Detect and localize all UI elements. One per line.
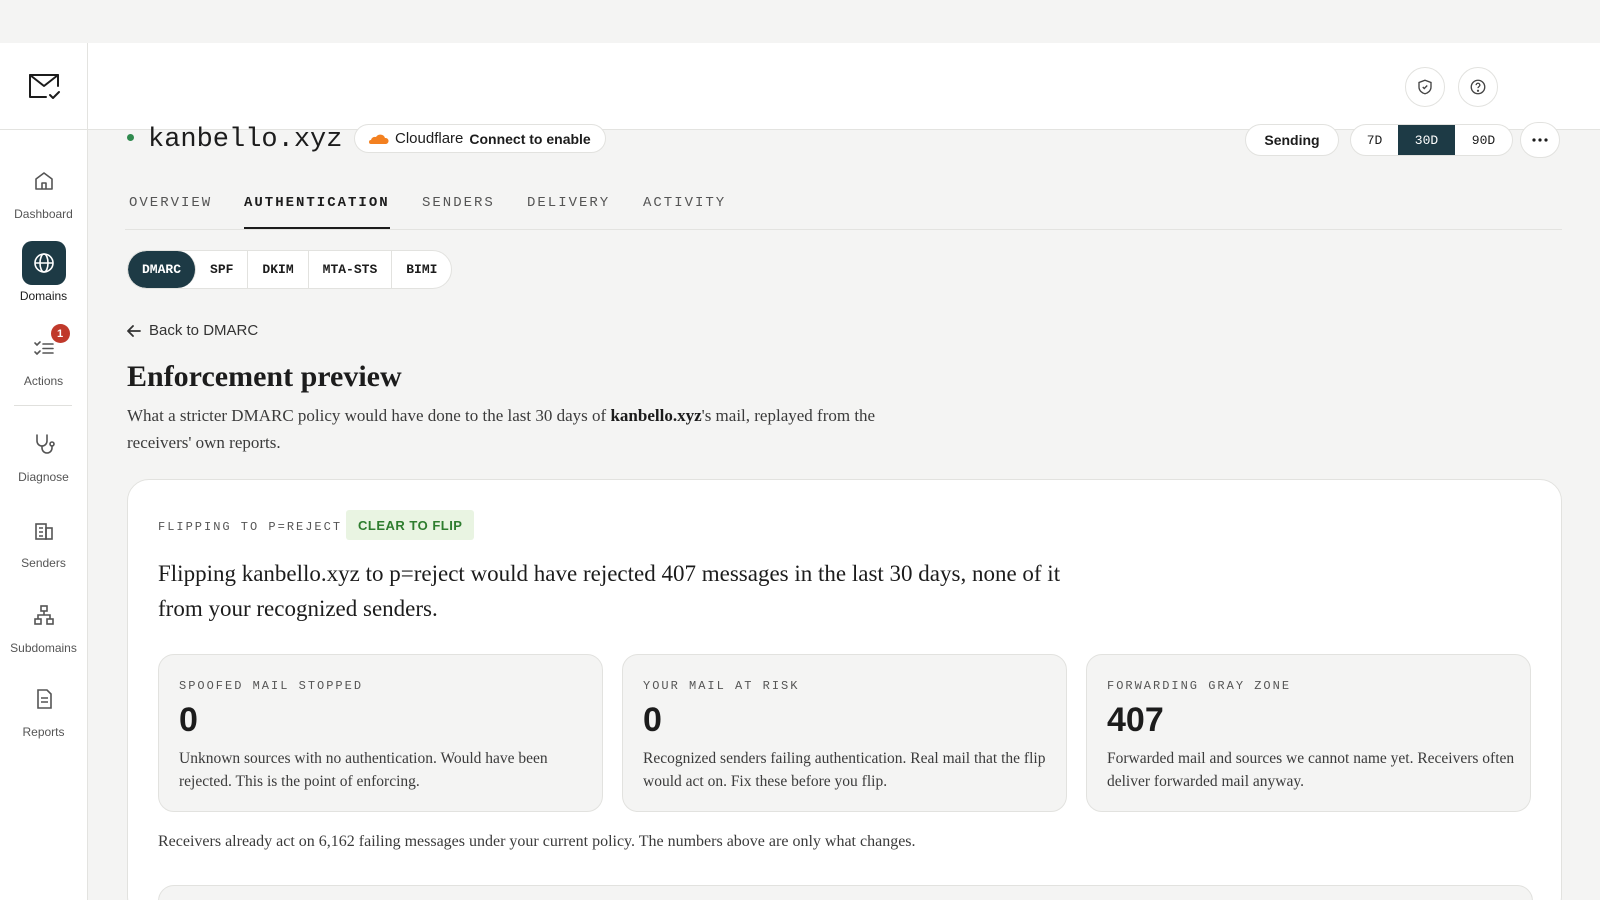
- sidebar-item-label: Domains: [19, 289, 68, 303]
- preview-footnote: Receivers already act on 6,162 failing m…: [158, 833, 916, 850]
- domain-name: kanbello.xyz: [148, 125, 343, 155]
- stethoscope-icon: [22, 422, 66, 466]
- date-range-selector: 7D 30D 90D: [1350, 124, 1513, 156]
- tab-authentication[interactable]: AUTHENTICATION: [244, 195, 390, 229]
- stat-description: Unknown sources with no authentication. …: [179, 750, 548, 790]
- range-30d[interactable]: 30D: [1398, 125, 1455, 155]
- tab-delivery[interactable]: DELIVERY: [527, 195, 610, 229]
- hierarchy-icon: [22, 593, 66, 637]
- subtab-dkim[interactable]: DKIM: [248, 251, 309, 288]
- subtab-mta-sts[interactable]: MTA-STS: [309, 251, 393, 288]
- range-90d[interactable]: 90D: [1455, 125, 1512, 155]
- sidebar-item-senders[interactable]: Senders: [0, 508, 87, 570]
- clear-to-flip-badge: CLEAR TO FLIP: [346, 510, 475, 540]
- range-7d[interactable]: 7D: [1351, 125, 1398, 155]
- stat-value: 0: [643, 701, 662, 739]
- sidebar-item-label: Subdomains: [10, 641, 77, 655]
- page-title: Enforcement preview: [127, 360, 402, 393]
- preview-headline: Flipping kanbello.xyz to p=reject would …: [158, 561, 1061, 621]
- mail-check-icon: [28, 74, 60, 99]
- stat-description: Forwarded mail and sources we cannot nam…: [1107, 750, 1515, 790]
- domain-row: kanbello.xyz Cloudflare Connect to enabl…: [125, 122, 1562, 160]
- shield-icon: [1418, 79, 1432, 95]
- intro-text-before: What a stricter DMARC policy would have …: [127, 406, 611, 425]
- checklist-icon: 1: [22, 324, 70, 370]
- top-strip: [0, 0, 1600, 43]
- document-icon: [22, 677, 66, 721]
- help-button[interactable]: [1458, 67, 1498, 107]
- subtab-dmarc[interactable]: DMARC: [128, 251, 197, 288]
- preview-eyebrow: FLIPPING TO P=REJECT: [158, 520, 343, 534]
- provider-name: Cloudflare: [395, 130, 464, 147]
- back-link-label: Back to DMARC: [149, 322, 259, 339]
- status-dot: [127, 134, 134, 141]
- sidebar: Dashboard Domains 1 Actions Diagnose Sen…: [0, 43, 88, 900]
- sidebar-divider: [14, 405, 72, 406]
- stat-card-forwarding: FORWARDING GRAY ZONE 407 Forwarded mail …: [1086, 654, 1531, 812]
- stat-value: 0: [179, 701, 198, 739]
- enforcement-preview-card: FLIPPING TO P=REJECT CLEAR TO FLIP Flipp…: [127, 479, 1562, 900]
- sidebar-item-diagnose[interactable]: Diagnose: [0, 422, 87, 484]
- sidebar-item-label: Reports: [22, 725, 65, 739]
- provider-cta: Connect to enable: [469, 130, 591, 147]
- back-link[interactable]: Back to DMARC: [127, 322, 258, 339]
- stat-label: SPOOFED MAIL STOPPED: [179, 679, 364, 693]
- more-horizontal-icon: [1532, 138, 1548, 142]
- stat-card-at-risk: YOUR MAIL AT RISK 0 Recognized senders f…: [622, 654, 1067, 812]
- home-icon: [22, 159, 66, 203]
- cloudflare-connect-button[interactable]: Cloudflare Connect to enable: [354, 124, 606, 153]
- stat-label: FORWARDING GRAY ZONE: [1107, 679, 1292, 693]
- sidebar-item-reports[interactable]: Reports: [0, 677, 87, 739]
- details-panel: [158, 885, 1533, 900]
- stat-label: YOUR MAIL AT RISK: [643, 679, 800, 693]
- help-icon: [1470, 79, 1486, 95]
- stat-description: Recognized senders failing authenticatio…: [643, 750, 1046, 790]
- tab-overview[interactable]: OVERVIEW: [129, 195, 212, 229]
- security-button[interactable]: [1405, 67, 1445, 107]
- more-options-button[interactable]: [1520, 122, 1560, 158]
- main-tabs: OVERVIEW AUTHENTICATION SENDERS DELIVERY…: [125, 190, 1562, 230]
- sidebar-item-dashboard[interactable]: Dashboard: [0, 159, 87, 221]
- top-header: [88, 43, 1600, 130]
- tab-senders[interactable]: SENDERS: [422, 195, 495, 229]
- sidebar-item-label: Senders: [21, 556, 66, 570]
- sidebar-item-label: Dashboard: [14, 207, 73, 221]
- page-intro: What a stricter DMARC policy would have …: [127, 402, 927, 456]
- sidebar-item-label: Actions: [23, 374, 64, 388]
- sidebar-item-domains[interactable]: Domains: [0, 241, 87, 303]
- intro-domain: kanbello.xyz: [610, 406, 702, 425]
- status-badge[interactable]: Sending: [1245, 124, 1339, 156]
- sidebar-item-subdomains[interactable]: Subdomains: [0, 593, 87, 655]
- arrow-left-icon: [127, 324, 141, 337]
- tab-activity[interactable]: ACTIVITY: [643, 195, 726, 229]
- cloudflare-icon: [369, 134, 389, 144]
- subtab-bimi[interactable]: BIMI: [392, 251, 451, 288]
- sidebar-item-label: Diagnose: [18, 470, 69, 484]
- sidebar-item-actions[interactable]: 1 Actions: [0, 324, 87, 388]
- stat-value: 407: [1107, 701, 1164, 739]
- building-icon: [22, 508, 66, 552]
- globe-icon: [21, 241, 66, 285]
- app-logo[interactable]: [0, 43, 87, 130]
- stat-card-spoofed: SPOOFED MAIL STOPPED 0 Unknown sources w…: [158, 654, 603, 812]
- subtab-spf[interactable]: SPF: [196, 251, 249, 288]
- actions-count-badge: 1: [50, 324, 70, 343]
- auth-subtabs: DMARC SPF DKIM MTA-STS BIMI: [127, 250, 453, 289]
